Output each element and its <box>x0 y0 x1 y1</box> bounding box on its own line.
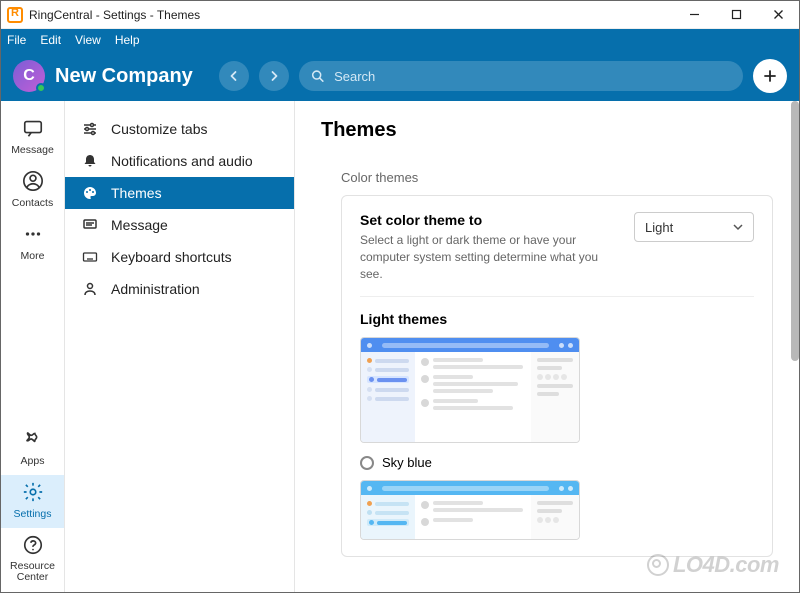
subnav-keyboard[interactable]: Keyboard shortcuts <box>65 241 294 273</box>
body: Message Contacts More Apps Settings Re <box>1 101 799 592</box>
search-input[interactable] <box>332 68 731 85</box>
globe-icon <box>647 554 669 576</box>
theme-preview-sky-blue[interactable] <box>360 480 580 540</box>
subnav-label: Message <box>111 217 168 233</box>
palette-icon <box>81 185 99 201</box>
contacts-icon <box>22 170 44 195</box>
set-color-theme-row: Set color theme to Select a light or dar… <box>360 212 754 297</box>
rail-label: Resource Center <box>1 561 64 584</box>
new-button[interactable] <box>753 59 787 93</box>
maximize-button[interactable] <box>715 1 757 29</box>
chevron-down-icon <box>733 222 743 232</box>
avatar-letter: C <box>23 67 35 85</box>
section-label: Color themes <box>341 170 773 185</box>
watermark: LO4D.com <box>647 552 779 578</box>
subnav-notifications[interactable]: Notifications and audio <box>65 145 294 177</box>
nav-forward-button[interactable] <box>259 61 289 91</box>
admin-icon <box>81 281 99 297</box>
rail-resource-center[interactable]: Resource Center <box>1 528 64 592</box>
rail-label: Apps <box>21 455 45 467</box>
radio-icon <box>360 456 374 470</box>
rail-label: Contacts <box>12 197 53 209</box>
option-title: Set color theme to <box>360 212 614 228</box>
minimize-button[interactable] <box>673 1 715 29</box>
titlebar: RingCentral - Settings - Themes <box>1 1 799 29</box>
window-title: RingCentral - Settings - Themes <box>29 8 673 22</box>
subnav-administration[interactable]: Administration <box>65 273 294 305</box>
keyboard-icon <box>81 249 99 265</box>
message-icon <box>22 117 44 142</box>
menu-view[interactable]: View <box>75 33 101 47</box>
theme-option-sky-blue[interactable]: Sky blue <box>360 455 754 470</box>
bell-icon <box>81 153 99 169</box>
avatar[interactable]: C <box>13 60 45 92</box>
menu-help[interactable]: Help <box>115 33 140 47</box>
help-icon <box>22 534 44 559</box>
window-dot-icon <box>367 343 372 348</box>
rail-label: Settings <box>14 508 52 520</box>
app-header: C New Company <box>1 51 799 101</box>
left-rail: Message Contacts More Apps Settings Re <box>1 101 65 592</box>
more-icon <box>22 223 44 248</box>
ringcentral-logo-icon <box>7 7 23 23</box>
subnav-message[interactable]: Message <box>65 209 294 241</box>
search-icon <box>311 69 324 83</box>
watermark-text: LO4D.com <box>673 552 779 578</box>
gear-icon <box>22 481 44 506</box>
message-settings-icon <box>81 217 99 233</box>
light-themes-heading: Light themes <box>360 311 754 327</box>
rail-label: More <box>21 250 45 262</box>
menu-file[interactable]: File <box>7 33 26 47</box>
rail-more[interactable]: More <box>1 217 64 270</box>
option-description: Select a light or dark theme or have you… <box>360 232 614 282</box>
rail-apps[interactable]: Apps <box>1 422 64 475</box>
menu-edit[interactable]: Edit <box>40 33 61 47</box>
subnav-themes[interactable]: Themes <box>65 177 294 209</box>
theme-select[interactable]: Light <box>634 212 754 242</box>
color-themes-card: Set color theme to Select a light or dar… <box>341 195 773 557</box>
subnav-label: Keyboard shortcuts <box>111 249 232 265</box>
rail-contacts[interactable]: Contacts <box>1 164 64 217</box>
rail-label: Message <box>11 144 54 156</box>
search-box[interactable] <box>299 61 743 91</box>
rail-message[interactable]: Message <box>1 111 64 164</box>
theme-preview-default[interactable] <box>360 337 580 443</box>
app-window: RingCentral - Settings - Themes File Edi… <box>0 0 800 593</box>
sliders-icon <box>81 121 99 137</box>
apps-icon <box>22 428 44 453</box>
subnav-label: Notifications and audio <box>111 153 253 169</box>
rail-settings[interactable]: Settings <box>1 475 64 528</box>
settings-subnav: Customize tabs Notifications and audio T… <box>65 101 295 592</box>
close-button[interactable] <box>757 1 799 29</box>
presence-indicator-icon <box>36 83 46 93</box>
subnav-label: Administration <box>111 281 200 297</box>
nav-back-button[interactable] <box>219 61 249 91</box>
subnav-label: Customize tabs <box>111 121 207 137</box>
subnav-customize-tabs[interactable]: Customize tabs <box>65 113 294 145</box>
company-name[interactable]: New Company <box>55 65 193 88</box>
menubar: File Edit View Help <box>1 29 799 51</box>
theme-option-label: Sky blue <box>382 455 432 470</box>
content-area: Themes Color themes Set color theme to S… <box>295 101 799 592</box>
page-title: Themes <box>321 119 773 142</box>
theme-select-value: Light <box>645 220 673 235</box>
subnav-label: Themes <box>111 185 162 201</box>
